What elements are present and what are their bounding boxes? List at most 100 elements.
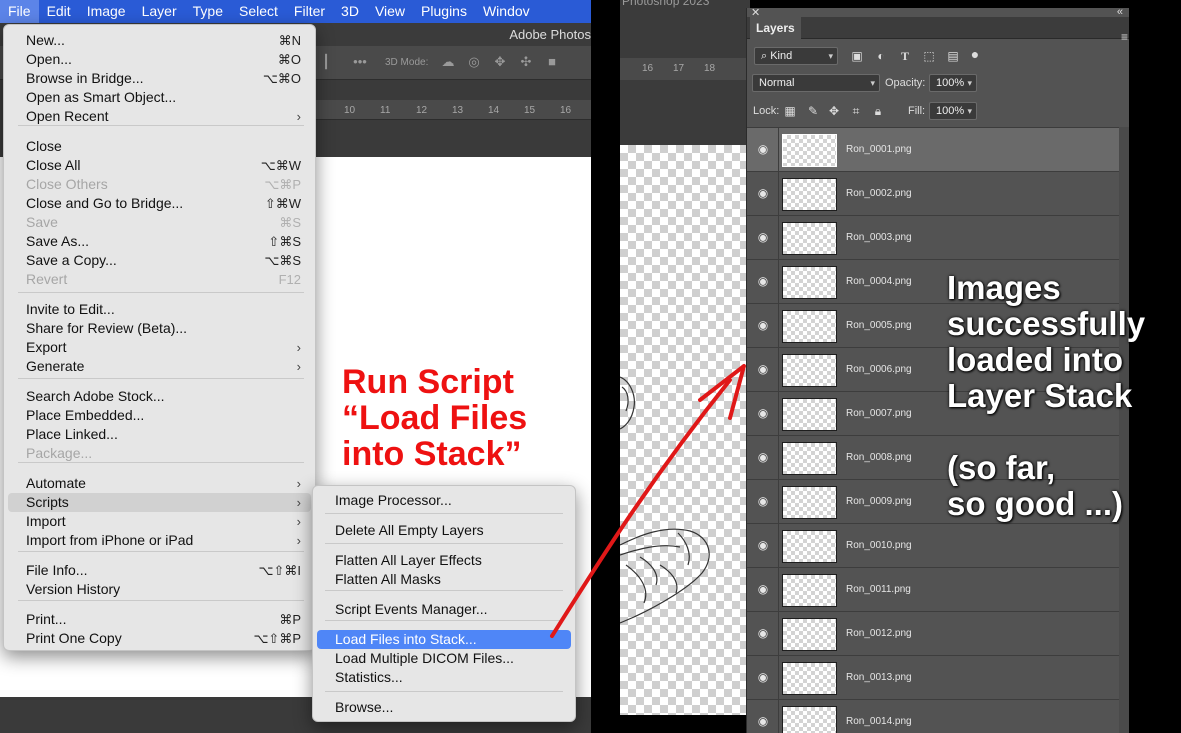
file-menu-item[interactable]: Open... ⌘O xyxy=(8,50,311,69)
file-menu-item[interactable]: File Info... ⌥⇧⌘I xyxy=(8,561,311,580)
layer-thumbnail[interactable] xyxy=(782,706,837,733)
menubar-item-plugins[interactable]: Plugins xyxy=(413,0,475,23)
menubar-item-layer[interactable]: Layer xyxy=(134,0,185,23)
file-menu-item[interactable]: Generate › xyxy=(8,357,311,376)
eye-icon[interactable]: ◉ xyxy=(755,407,771,419)
file-menu-item[interactable]: Close xyxy=(8,137,311,156)
layer-row[interactable]: ◉ Ron_0011.png xyxy=(747,568,1119,612)
align-icon[interactable]: ┃ xyxy=(318,55,334,69)
layer-row[interactable]: ◉ Ron_0002.png xyxy=(747,172,1119,216)
menubar-item-view[interactable]: View xyxy=(367,0,413,23)
layer-thumbnail[interactable] xyxy=(782,222,837,255)
slide-3d-icon[interactable]: ✣ xyxy=(518,55,534,69)
layer-thumbnail[interactable] xyxy=(782,530,837,563)
file-menu-item[interactable]: Print One Copy ⌥⇧⌘P xyxy=(8,629,311,648)
scripts-menu-item[interactable]: Delete All Empty Layers xyxy=(317,521,571,540)
drag-3d-icon[interactable]: ✥ xyxy=(492,55,508,69)
layer-thumbnail[interactable] xyxy=(782,178,837,211)
layer-row[interactable]: ◉ Ron_0003.png xyxy=(747,216,1119,260)
layer-row[interactable]: ◉ Ron_0010.png xyxy=(747,524,1119,568)
smartobject-filter-icon[interactable]: ▤ xyxy=(946,49,960,63)
layer-thumbnail[interactable] xyxy=(782,442,837,475)
file-menu-item[interactable]: Save As... ⇧⌘S xyxy=(8,232,311,251)
lock-position-icon[interactable]: ✥ xyxy=(827,104,841,118)
file-menu-item[interactable]: Automate › xyxy=(8,474,311,493)
file-menu-item[interactable]: New... ⌘N xyxy=(8,31,311,50)
layer-row[interactable]: ◉ Ron_0001.png xyxy=(747,128,1119,172)
file-menu-item[interactable]: Save a Copy... ⌥⌘S xyxy=(8,251,311,270)
type-filter-icon[interactable]: T xyxy=(898,49,912,63)
blend-mode-dropdown[interactable]: Normal ▾ xyxy=(752,74,880,92)
lock-image-icon[interactable]: ✎ xyxy=(806,104,820,118)
scripts-menu-item[interactable]: Load Files into Stack... xyxy=(317,630,571,649)
menubar-item-3d[interactable]: 3D xyxy=(333,0,367,23)
menubar-item-windov[interactable]: Windov xyxy=(475,0,538,23)
tab-layers[interactable]: Layers xyxy=(750,17,801,39)
file-menu-item[interactable]: Browse in Bridge... ⌥⌘O xyxy=(8,69,311,88)
eye-icon[interactable]: ◉ xyxy=(755,363,771,375)
file-menu-item[interactable]: Close and Go to Bridge... ⇧⌘W xyxy=(8,194,311,213)
menubar-item-filter[interactable]: Filter xyxy=(286,0,333,23)
file-menu-item[interactable]: Scripts › xyxy=(8,493,311,512)
layer-row[interactable]: ◉ Ron_0012.png xyxy=(747,612,1119,656)
layer-thumbnail[interactable] xyxy=(782,134,837,167)
eye-icon[interactable]: ◉ xyxy=(755,231,771,243)
camera-3d-icon[interactable]: ■ xyxy=(544,55,560,69)
layer-thumbnail[interactable] xyxy=(782,266,837,299)
panel-menu-icon[interactable]: ≡ xyxy=(1121,30,1128,44)
file-menu-item[interactable]: Open Recent › xyxy=(8,107,311,126)
eye-icon[interactable]: ◉ xyxy=(755,539,771,551)
file-menu-item[interactable]: Version History xyxy=(8,580,311,599)
lock-artboard-icon[interactable]: ⌗ xyxy=(849,104,863,118)
eye-icon[interactable]: ◉ xyxy=(755,451,771,463)
file-menu-item[interactable]: Invite to Edit... xyxy=(8,300,311,319)
file-menu-item[interactable]: Export › xyxy=(8,338,311,357)
menubar-item-type[interactable]: Type xyxy=(185,0,231,23)
layer-row[interactable]: ◉ Ron_0014.png xyxy=(747,700,1119,733)
roll-3d-icon[interactable]: ◎ xyxy=(466,55,482,69)
file-menu-item[interactable]: Close All ⌥⌘W xyxy=(8,156,311,175)
file-menu-item[interactable]: Open as Smart Object... xyxy=(8,88,311,107)
eye-icon[interactable]: ◉ xyxy=(755,275,771,287)
file-menu-item[interactable]: Place Linked... xyxy=(8,425,311,444)
filter-toggle-icon[interactable]: ● xyxy=(968,47,982,61)
lock-transparent-icon[interactable]: ▦ xyxy=(783,104,797,118)
eye-icon[interactable]: ◉ xyxy=(755,319,771,331)
eye-icon[interactable]: ◉ xyxy=(755,187,771,199)
menubar-item-select[interactable]: Select xyxy=(231,0,286,23)
file-menu-item[interactable]: Import › xyxy=(8,512,311,531)
layer-thumbnail[interactable] xyxy=(782,354,837,387)
eye-icon[interactable]: ◉ xyxy=(755,495,771,507)
file-menu-item[interactable]: Search Adobe Stock... xyxy=(8,387,311,406)
scripts-menu-item[interactable]: Script Events Manager... xyxy=(317,600,571,619)
eye-icon[interactable]: ◉ xyxy=(755,583,771,595)
orbit-3d-icon[interactable]: ☁ xyxy=(440,55,456,69)
file-menu-item[interactable]: Print... ⌘P xyxy=(8,610,311,629)
scripts-menu-item[interactable]: Load Multiple DICOM Files... xyxy=(317,649,571,668)
menubar-item-file[interactable]: File xyxy=(0,0,39,23)
eye-icon[interactable]: ◉ xyxy=(755,671,771,683)
eye-icon[interactable]: ◉ xyxy=(755,715,771,727)
scripts-menu-item[interactable]: Flatten All Layer Effects xyxy=(317,551,571,570)
layer-thumbnail[interactable] xyxy=(782,310,837,343)
scripts-menu-item[interactable]: Statistics... xyxy=(317,668,571,687)
filter-kind-dropdown[interactable]: ⌕ Kind ▾ xyxy=(754,47,838,65)
file-menu-item[interactable]: Share for Review (Beta)... xyxy=(8,319,311,338)
shape-filter-icon[interactable]: ⬚ xyxy=(922,49,936,63)
adjustment-filter-icon[interactable]: ◐ xyxy=(874,49,888,63)
scripts-menu-item[interactable]: Browse... xyxy=(317,698,571,717)
layer-thumbnail[interactable] xyxy=(782,618,837,651)
menubar-item-image[interactable]: Image xyxy=(79,0,134,23)
more-options-icon[interactable]: ••• xyxy=(350,55,370,69)
scripts-menu-item[interactable]: Flatten All Masks xyxy=(317,570,571,589)
layer-thumbnail[interactable] xyxy=(782,486,837,519)
scripts-menu-item[interactable]: Image Processor... xyxy=(317,491,571,510)
file-menu-item[interactable]: Import from iPhone or iPad › xyxy=(8,531,311,550)
layer-row[interactable]: ◉ Ron_0013.png xyxy=(747,656,1119,700)
file-menu-item[interactable]: Place Embedded... xyxy=(8,406,311,425)
layer-thumbnail[interactable] xyxy=(782,574,837,607)
menubar-item-edit[interactable]: Edit xyxy=(39,0,79,23)
layer-thumbnail[interactable] xyxy=(782,398,837,431)
eye-icon[interactable]: ◉ xyxy=(755,627,771,639)
pixel-filter-icon[interactable]: ▣ xyxy=(850,49,864,63)
